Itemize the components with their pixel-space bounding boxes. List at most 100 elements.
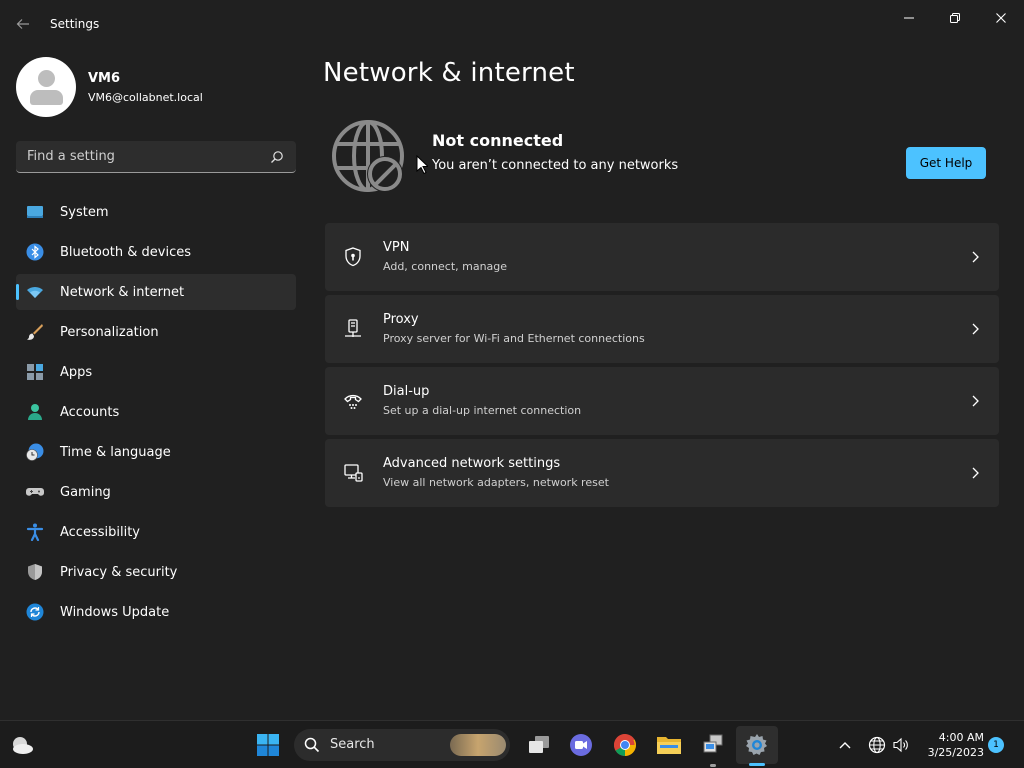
mouse-cursor-icon xyxy=(416,155,428,175)
tray-date: 3/25/2023 xyxy=(927,746,984,759)
running-indicator xyxy=(710,764,716,767)
dialup-icon xyxy=(344,394,362,409)
restore-button[interactable] xyxy=(935,4,975,32)
card-title: VPN xyxy=(383,240,410,255)
file-explorer-button[interactable] xyxy=(655,731,683,759)
sidebar-item-privacy[interactable]: Privacy & security xyxy=(16,554,296,590)
sidebar-item-label: Time & language xyxy=(60,444,171,460)
taskbar-search-label: Search xyxy=(330,737,375,752)
card-subtitle: Add, connect, manage xyxy=(383,260,508,273)
connection-status-title: Not connected xyxy=(432,131,564,150)
apps-icon xyxy=(27,364,43,380)
card-subtitle: Proxy server for Wi-Fi and Ethernet conn… xyxy=(383,332,645,345)
sidebar-item-label: Accessibility xyxy=(60,524,140,540)
show-hidden-icons-button[interactable] xyxy=(831,731,859,759)
card-subtitle: View all network adapters, network reset xyxy=(383,476,609,489)
task-view-icon xyxy=(529,736,549,753)
proxy-icon xyxy=(345,319,361,337)
sidebar-item-time-language[interactable]: Time & language xyxy=(16,434,296,470)
sidebar-item-apps[interactable]: Apps xyxy=(16,354,296,390)
settings-gear-icon xyxy=(746,734,767,755)
chevron-up-icon xyxy=(839,742,851,749)
task-view-button[interactable] xyxy=(525,731,553,759)
globe-disconnected-icon xyxy=(332,120,404,192)
tray-clock[interactable]: 4:00 AM 3/25/2023 xyxy=(920,730,984,760)
system-icon xyxy=(27,206,43,218)
teams-chat-button[interactable] xyxy=(567,731,595,759)
title-bar: Settings xyxy=(0,0,1024,48)
vpn-shield-icon xyxy=(345,247,361,267)
chevron-right-icon xyxy=(972,323,979,335)
active-indicator xyxy=(749,763,765,766)
sidebar-item-label: System xyxy=(60,204,109,220)
sidebar-item-accessibility[interactable]: Accessibility xyxy=(16,514,296,550)
wifi-icon xyxy=(27,286,43,298)
chevron-right-icon xyxy=(972,467,979,479)
sidebar-nav: System Bluetooth & devices Network & int… xyxy=(16,194,296,634)
volume-icon xyxy=(893,737,908,753)
profile-email: VM6@collabnet.local xyxy=(88,91,203,104)
network-adapter-icon xyxy=(344,464,363,482)
card-subtitle: Set up a dial-up internet connection xyxy=(383,404,582,417)
dialup-card[interactable]: Dial-up Set up a dial-up internet connec… xyxy=(325,367,999,435)
minimize-button[interactable] xyxy=(889,4,929,32)
back-button[interactable] xyxy=(12,13,34,35)
settings-search[interactable] xyxy=(16,141,296,173)
weather-widget[interactable] xyxy=(8,731,36,759)
taskbar-search[interactable]: Search xyxy=(294,729,510,761)
avatar xyxy=(16,57,76,117)
proxy-card[interactable]: Proxy Proxy server for Wi-Fi and Etherne… xyxy=(325,295,999,363)
taskbar: Search 4:00 AM 3/25/2023 1 xyxy=(0,720,1024,768)
clock-globe-icon xyxy=(26,443,44,461)
sidebar-item-label: Apps xyxy=(60,364,93,380)
chrome-icon xyxy=(614,734,636,756)
accessibility-icon xyxy=(26,523,44,541)
weather-cloud-icon xyxy=(13,737,33,754)
sidebar-item-label: Network & internet xyxy=(60,284,185,300)
sidebar-item-accounts[interactable]: Accounts xyxy=(16,394,296,430)
folder-icon xyxy=(657,737,681,754)
globe-icon xyxy=(868,736,886,754)
chrome-button[interactable] xyxy=(611,731,639,759)
page-title: Network & internet xyxy=(323,58,575,88)
sidebar-item-windows-update[interactable]: Windows Update xyxy=(16,594,296,630)
bluetooth-icon xyxy=(26,243,44,261)
accounts-icon xyxy=(28,404,42,420)
vpn-card[interactable]: VPN Add, connect, manage xyxy=(325,223,999,291)
volume-tray-button[interactable] xyxy=(887,731,915,759)
close-button[interactable] xyxy=(981,4,1021,32)
search-input[interactable] xyxy=(16,141,266,172)
notification-badge[interactable]: 1 xyxy=(988,737,1004,753)
sidebar-item-network[interactable]: Network & internet xyxy=(16,274,296,310)
sidebar-item-label: Privacy & security xyxy=(60,564,178,580)
profile-name: VM6 xyxy=(88,71,121,86)
update-icon xyxy=(26,603,44,621)
start-button[interactable] xyxy=(254,731,282,759)
network-computers-icon xyxy=(703,734,723,753)
sidebar-item-system[interactable]: System xyxy=(16,194,296,230)
shield-icon xyxy=(28,564,42,580)
close-icon xyxy=(996,13,1006,23)
search-icon[interactable] xyxy=(270,150,284,164)
windows-start-icon xyxy=(257,734,279,756)
restore-icon xyxy=(950,13,960,23)
minimize-icon xyxy=(904,17,914,19)
chat-icon xyxy=(570,734,592,756)
search-highlight-image xyxy=(450,734,506,756)
sidebar-item-label: Windows Update xyxy=(60,604,170,620)
get-help-button[interactable]: Get Help xyxy=(906,147,986,179)
sidebar-item-gaming[interactable]: Gaming xyxy=(16,474,296,510)
sidebar-item-bluetooth[interactable]: Bluetooth & devices xyxy=(16,234,296,270)
sidebar-item-label: Personalization xyxy=(60,324,159,340)
user-profile[interactable]: VM6 VM6@collabnet.local xyxy=(16,57,296,117)
card-title: Dial-up xyxy=(383,384,430,399)
gamepad-icon xyxy=(26,488,44,496)
network-app-button[interactable] xyxy=(699,731,727,759)
advanced-network-card[interactable]: Advanced network settings View all netwo… xyxy=(325,439,999,507)
sidebar-item-personalization[interactable]: Personalization xyxy=(16,314,296,350)
sidebar-item-label: Gaming xyxy=(60,484,111,500)
settings-app-button[interactable] xyxy=(743,731,771,759)
sidebar-item-label: Accounts xyxy=(60,404,120,420)
sidebar-item-label: Bluetooth & devices xyxy=(60,244,191,260)
card-title: Proxy xyxy=(383,312,419,327)
